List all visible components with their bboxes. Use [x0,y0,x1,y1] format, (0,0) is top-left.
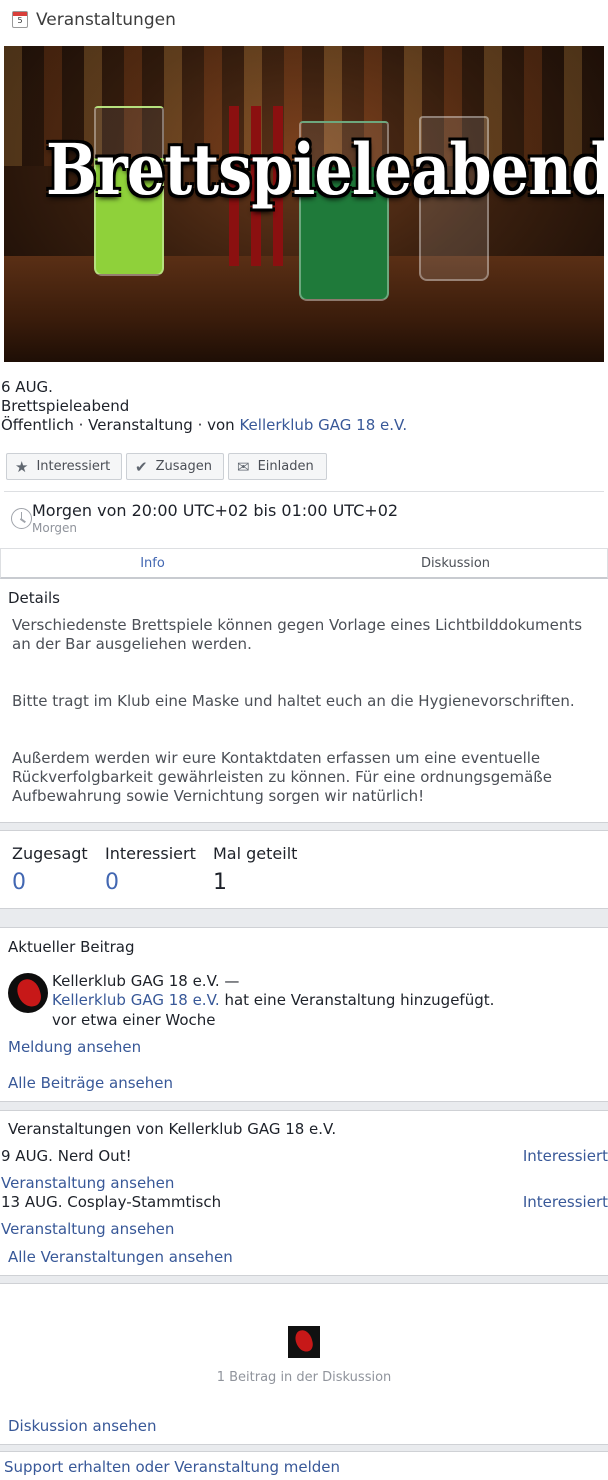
event-time: Morgen von 20:00 UTC+02 bis 01:00 UTC+02 [32,501,399,520]
clock-icon [11,508,32,529]
support-report-link[interactable]: Support erhalten oder Veranstaltung meld… [4,1458,340,1476]
post-timestamp: vor etwa einer Woche [52,1011,216,1029]
calendar-icon: 5 [12,11,28,28]
divider [4,491,604,492]
event-meta: Öffentlich · Veranstaltung · von Kellerk… [1,416,407,434]
other-events-heading: Veranstaltungen von Kellerklub GAG 18 e.… [8,1120,337,1138]
post-action-text: hat eine Veranstaltung hinzugefügt. [219,991,495,1009]
avatar[interactable] [8,973,48,1013]
section-divider [0,1444,608,1452]
stat-interested-label: Interessiert [105,844,196,863]
all-posts-link[interactable]: Alle Beiträge ansehen [8,1074,173,1092]
star-icon: ★ [15,457,29,476]
discussion-avatar-icon [288,1326,320,1358]
invite-label: Einladen [257,459,314,474]
tab-discussion[interactable]: Diskussion [304,549,607,577]
list-item: 13 AUG. Cosplay-Stammtisch [1,1193,221,1211]
event-item-title[interactable]: Nerd Out! [58,1147,132,1165]
going-button[interactable]: ✔ Zusagen [126,453,224,480]
section-divider [0,1275,608,1284]
recent-post-heading: Aktueller Beitrag [8,938,135,956]
view-event-link[interactable]: Veranstaltung ansehen [1,1220,174,1238]
going-label: Zusagen [155,459,212,474]
tab-bar: Info Diskussion [0,548,608,579]
tab-info[interactable]: Info [1,549,304,577]
details-paragraph: Verschiedenste Brettspiele können gegen … [12,616,583,653]
list-item: 9 AUG. Nerd Out! [1,1147,132,1165]
stat-shared-label: Mal geteilt [213,844,298,863]
event-item-title[interactable]: Cosplay-Stammtisch [67,1193,221,1211]
section-divider [0,908,608,928]
post-author: Kellerklub GAG 18 e.V. — [52,972,240,990]
details-paragraph: Außerdem werden wir eure Kontaktdaten er… [12,749,552,805]
event-time-relative: Morgen [32,521,78,535]
post-action: Kellerklub GAG 18 e.V. hat eine Veransta… [52,991,494,1009]
event-cover-image[interactable]: Brettspieleabend [4,46,604,362]
page-header: 5 Veranstaltungen [0,0,608,42]
details-paragraph: Bitte tragt im Klub eine Maske und halte… [12,692,575,710]
all-events-link[interactable]: Alle Veranstaltungen ansehen [8,1248,233,1266]
stat-interested-count[interactable]: 0 [105,870,119,895]
invite-button[interactable]: ✉ Einladen [228,453,327,480]
page-title: Veranstaltungen [36,10,176,30]
interested-label: Interessiert [36,459,111,474]
organizer-link[interactable]: Kellerklub GAG 18 e.V. [239,416,407,434]
event-item-date: 13 AUG. [1,1193,63,1211]
section-divider [0,1101,608,1111]
event-item-date: 9 AUG. [1,1147,53,1165]
stat-going-label: Zugesagt [12,844,88,863]
post-author-link[interactable]: Kellerklub GAG 18 e.V. [52,991,220,1009]
envelope-icon: ✉ [237,457,250,476]
see-post-link[interactable]: Meldung ansehen [8,1038,141,1056]
section-divider [0,822,608,831]
event-interested-status[interactable]: Interessiert [523,1193,608,1211]
stat-going-count[interactable]: 0 [12,870,26,895]
discussion-count: 1 Beitrag in der Diskussion [216,1370,392,1385]
event-title: Brettspieleabend [1,397,130,415]
view-discussion-link[interactable]: Diskussion ansehen [8,1417,157,1435]
stat-shared-count: 1 [213,870,227,895]
event-date: 6 AUG. [1,378,53,396]
details-heading: Details [8,589,61,607]
event-privacy-type: Öffentlich · Veranstaltung · von [1,416,240,434]
event-interested-status[interactable]: Interessiert [523,1147,608,1165]
checkmark-icon: ✔ [135,457,148,476]
view-event-link[interactable]: Veranstaltung ansehen [1,1174,174,1192]
interested-button[interactable]: ★ Interessiert [6,453,122,480]
cover-image-text: Brettspieleabend [46,128,604,211]
